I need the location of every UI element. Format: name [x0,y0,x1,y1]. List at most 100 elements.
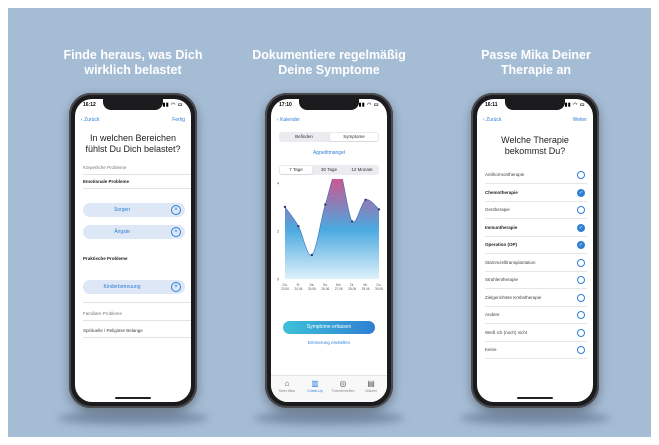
divider [83,320,191,321]
chip-kinderbetreuung[interactable]: Kinderbetreuung × [83,280,185,294]
compass-icon: ◎ [339,379,347,388]
back-label: Zurück [486,117,502,123]
next-button[interactable]: Weiter [573,117,587,123]
signal-wifi-battery-icon: ▮▮ ◠ ▭ [162,102,183,108]
data-point[interactable] [283,205,287,209]
data-point[interactable] [324,203,327,206]
x-tick-label: Do. 23.06 [281,283,289,291]
therapy-option[interactable]: Antihormontherapie [485,167,587,184]
therapy-option[interactable]: Operation (OP) ✓ [485,237,587,254]
segment-befinden[interactable]: Befinden [280,133,328,141]
tab-mein-mika[interactable]: ⌂ Mein Mika [273,379,301,393]
therapy-option-label: Stammzelltransplantation [485,259,536,265]
reminder-link[interactable]: Erinnerung einstellen [271,340,387,345]
empty-circle-icon[interactable] [577,258,585,267]
therapy-option-label: Andere [485,312,500,317]
range-30-tage[interactable]: 30 Tage [313,166,345,174]
section-spirituelle-belange[interactable]: Spirituelle / Religiöse Belange [83,328,143,333]
tab-themenwelten[interactable]: ◎ Themenwelten [329,379,357,393]
therapy-option-label: Zielgerichtete Krebstherapie [485,294,542,300]
data-point[interactable] [297,225,300,228]
record-symptoms-button[interactable]: Symptome erfassen [283,321,375,334]
tab-label: Check-Up [307,389,323,393]
therapy-option-label: Keine [485,347,497,352]
notch [299,99,359,110]
nav-bar: ‹ Zurück Weiter [483,117,587,127]
data-point[interactable] [350,220,354,223]
phone-2-screen: 17:10 ▮▮ ◠ ▭ ‹ Kalender Befinden Symptom… [271,99,387,402]
back-button[interactable]: ‹ Zurück [483,117,501,123]
remove-circle-icon[interactable]: × [171,282,181,292]
tab-notizen[interactable]: ▤ Notizen [357,379,385,393]
therapy-option[interactable]: Gentherapie [485,202,587,219]
therapy-option[interactable]: Chemotherapie ✓ [485,185,587,202]
segment-symptome[interactable]: Symptome [330,133,378,141]
therapy-option[interactable]: Zielgerichtete Krebstherapie [485,290,587,307]
therapy-option[interactable]: Strahlentherapie [485,272,587,289]
document-icon: ▤ [367,379,375,388]
back-button[interactable]: ‹ Kalender [277,117,300,123]
segmented-control-view: Befinden Symptome [279,132,379,142]
therapy-option[interactable]: Stammzelltransplantation [485,255,587,272]
therapy-option[interactable]: Andere [485,307,587,324]
empty-circle-icon[interactable] [577,276,585,284]
section-praktische-probleme[interactable]: Praktische Probleme [83,256,128,261]
tab-bar: ⌂ Mein Mika ▥ Check-Up ◎ Themenwelten ▤ … [271,375,387,402]
remove-circle-icon[interactable]: × [171,227,181,237]
empty-circle-icon[interactable] [577,206,585,214]
therapy-option-label: Immuntherapie [485,224,518,230]
chip-sorgen[interactable]: Sorgen × [83,203,185,217]
therapy-option-label: Operation (OP) [485,242,518,247]
chip-aengste[interactable]: Ängste × [83,225,185,239]
empty-circle-icon[interactable] [577,328,585,337]
empty-circle-icon[interactable] [577,311,585,319]
therapy-option[interactable]: Weiß ich (noch) nicht [485,325,587,342]
therapy-option[interactable]: Immuntherapie ✓ [485,220,587,237]
promo-background: Finde heraus, was Dich wirklich belastet… [8,8,651,437]
chip-label: Sorgen [113,207,131,213]
therapy-option-label: Gentherapie [485,207,510,212]
signal-wifi-battery-icon: ▮▮ ◠ ▭ [564,102,585,108]
segmented-control-range: 7 Tage 30 Tage 12 Monate [279,165,379,175]
headline-1: Finde heraus, was Dich wirklich belastet [33,48,233,78]
home-indicator [115,397,151,399]
signal-wifi-battery-icon: ▮▮ ◠ ▭ [358,102,379,108]
data-point[interactable] [377,208,381,211]
x-tick-label: Fr. 24.06 [294,283,302,291]
done-button[interactable]: Fertig [172,117,185,123]
symptom-selector[interactable]: Appetitmangel [271,150,387,156]
phone-3-screen: 16:11 ▮▮ ◠ ▭ ‹ Zurück Weiter Welche Ther… [477,99,593,402]
checkmark-circle-icon[interactable]: ✓ [577,223,585,232]
divider [83,188,191,189]
range-7-tage[interactable]: 7 Tage [280,166,312,174]
empty-circle-icon[interactable] [577,293,585,302]
remove-circle-icon[interactable]: × [171,205,181,215]
bar-chart-icon: ▥ [311,379,319,388]
x-tick-label: Sa. 25.06 [308,283,316,291]
back-button[interactable]: ‹ Zurück [81,117,99,123]
checkmark-circle-icon[interactable]: ✓ [577,188,585,197]
therapy-option-label: Strahlentherapie [485,277,519,282]
symptom-chart: 0 2 4 Do. 23.06 Fr. 24.06 Sa. 25.06 So. 26.06 Mo. 27… [277,179,383,291]
status-time: 16:11 [485,102,498,108]
data-point[interactable] [364,198,367,201]
therapy-option-label: Chemotherapie [485,189,518,195]
tab-label: Themenwelten [331,389,355,393]
empty-circle-icon[interactable] [577,171,585,179]
therapy-option[interactable]: Keine [485,342,587,359]
section-koerperliche-probleme[interactable]: Körperliche Probleme [83,165,126,170]
section-emotionale-probleme[interactable]: Emotionale Probleme [83,179,129,184]
headline-2: Dokumentiere regelmäßig Deine Symptome [229,48,429,78]
phone-1: 16:12 ▮▮ ◠ ▭ ‹ Zurück Fertig In welchen … [69,93,197,408]
data-point[interactable] [310,253,314,257]
therapy-option-label: Weiß ich (noch) nicht [485,329,528,335]
x-tick-label: Do. 30.06 [375,283,383,291]
question-title: Welche Therapie bekommst Du? [501,135,569,156]
checkmark-circle-icon[interactable]: ✓ [577,241,585,249]
section-familiaere-probleme[interactable]: Familiäre Probleme [83,311,122,316]
empty-circle-icon[interactable] [577,346,585,354]
home-icon: ⌂ [284,379,290,388]
headline-1-line1: Finde heraus, was Dich [63,48,203,62]
range-12-monate[interactable]: 12 Monate [346,166,378,174]
tab-check-up[interactable]: ▥ Check-Up [301,379,329,393]
